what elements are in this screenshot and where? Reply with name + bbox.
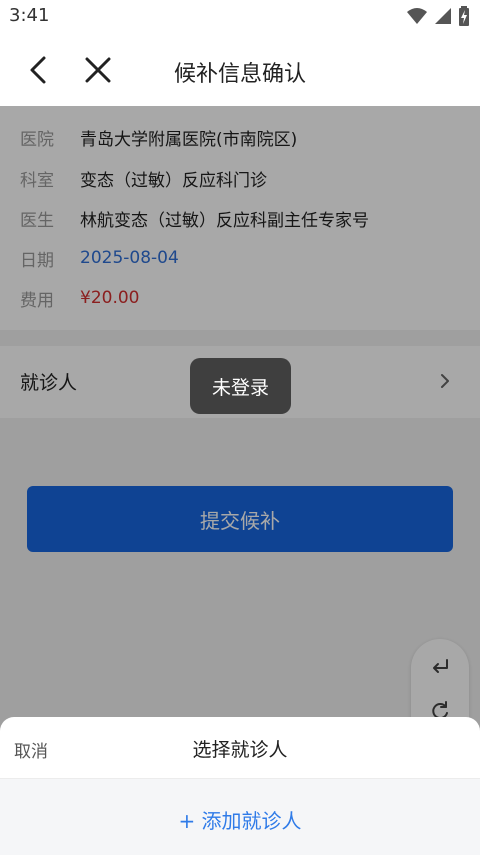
page-title: 候补信息确认 — [173, 62, 306, 87]
status-bar: 3:41 — [0, 0, 480, 34]
select-patient-sheet: 取消 选择就诊人 + 添加就诊人 — [0, 717, 480, 855]
nav-bar: 候补信息确认 — [0, 34, 480, 106]
battery-icon — [459, 6, 469, 26]
status-icons — [406, 6, 470, 26]
sheet-body: + 添加就诊人 — [0, 779, 480, 855]
toast-message: 未登录 — [190, 358, 291, 414]
signal-icon — [435, 8, 451, 24]
add-patient-button[interactable]: + 添加就诊人 — [0, 805, 480, 834]
sheet-header: 取消 选择就诊人 — [0, 717, 480, 779]
wifi-icon — [407, 8, 427, 24]
status-time: 3:41 — [9, 5, 50, 26]
sheet-title: 选择就诊人 — [192, 739, 288, 761]
